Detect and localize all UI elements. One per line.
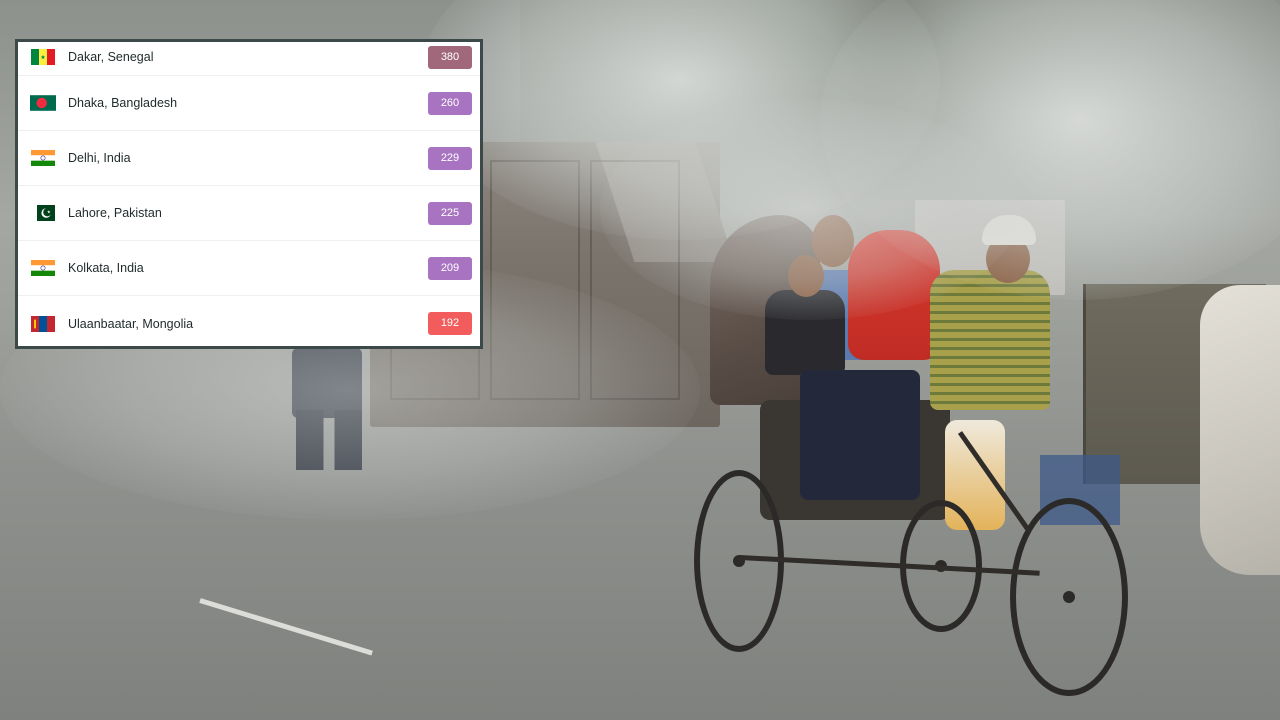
city-name: Dhaka, Bangladesh: [68, 96, 178, 110]
city-name: Lahore, Pakistan: [68, 206, 162, 220]
passenger-legs: [800, 370, 920, 500]
garbage-sack: [1200, 285, 1280, 575]
list-item[interactable]: Kolkata, India 209: [18, 241, 480, 296]
city-name: Kolkata, India: [68, 261, 144, 275]
aqi-badge: 380: [428, 45, 472, 69]
aqi-badge: 260: [428, 91, 472, 115]
aqi-badge: 229: [428, 146, 472, 170]
bangladesh-flag-icon: [30, 95, 56, 111]
mongolia-flag-icon: [31, 315, 55, 332]
city-name: Dakar, Senegal: [68, 50, 154, 64]
aqi-badge: 209: [428, 256, 472, 280]
list-item[interactable]: Dakar, Senegal 380: [18, 42, 480, 76]
list-item[interactable]: Delhi, India 229: [18, 131, 480, 186]
list-item[interactable]: Dhaka, Bangladesh 260: [18, 76, 480, 131]
pakistan-flag-icon: [31, 205, 55, 221]
list-item[interactable]: Ulaanbaatar, Mongolia 192: [18, 296, 480, 346]
india-flag-icon: [31, 150, 55, 166]
aqi-badge: 225: [428, 201, 472, 225]
city-ranking-list: Dakar, Senegal 380 Dhaka, Bangladesh 260…: [18, 42, 480, 346]
city-name: Delhi, India: [68, 151, 131, 165]
list-item[interactable]: Lahore, Pakistan 225: [18, 186, 480, 241]
senegal-flag-icon: [31, 49, 55, 65]
india-flag-icon: [31, 260, 55, 276]
smoke-cloud: [600, 100, 1020, 320]
aqi-ranking-card: Dakar, Senegal 380 Dhaka, Bangladesh 260…: [15, 39, 483, 349]
aqi-badge: 192: [428, 312, 472, 335]
city-name: Ulaanbaatar, Mongolia: [68, 316, 194, 331]
